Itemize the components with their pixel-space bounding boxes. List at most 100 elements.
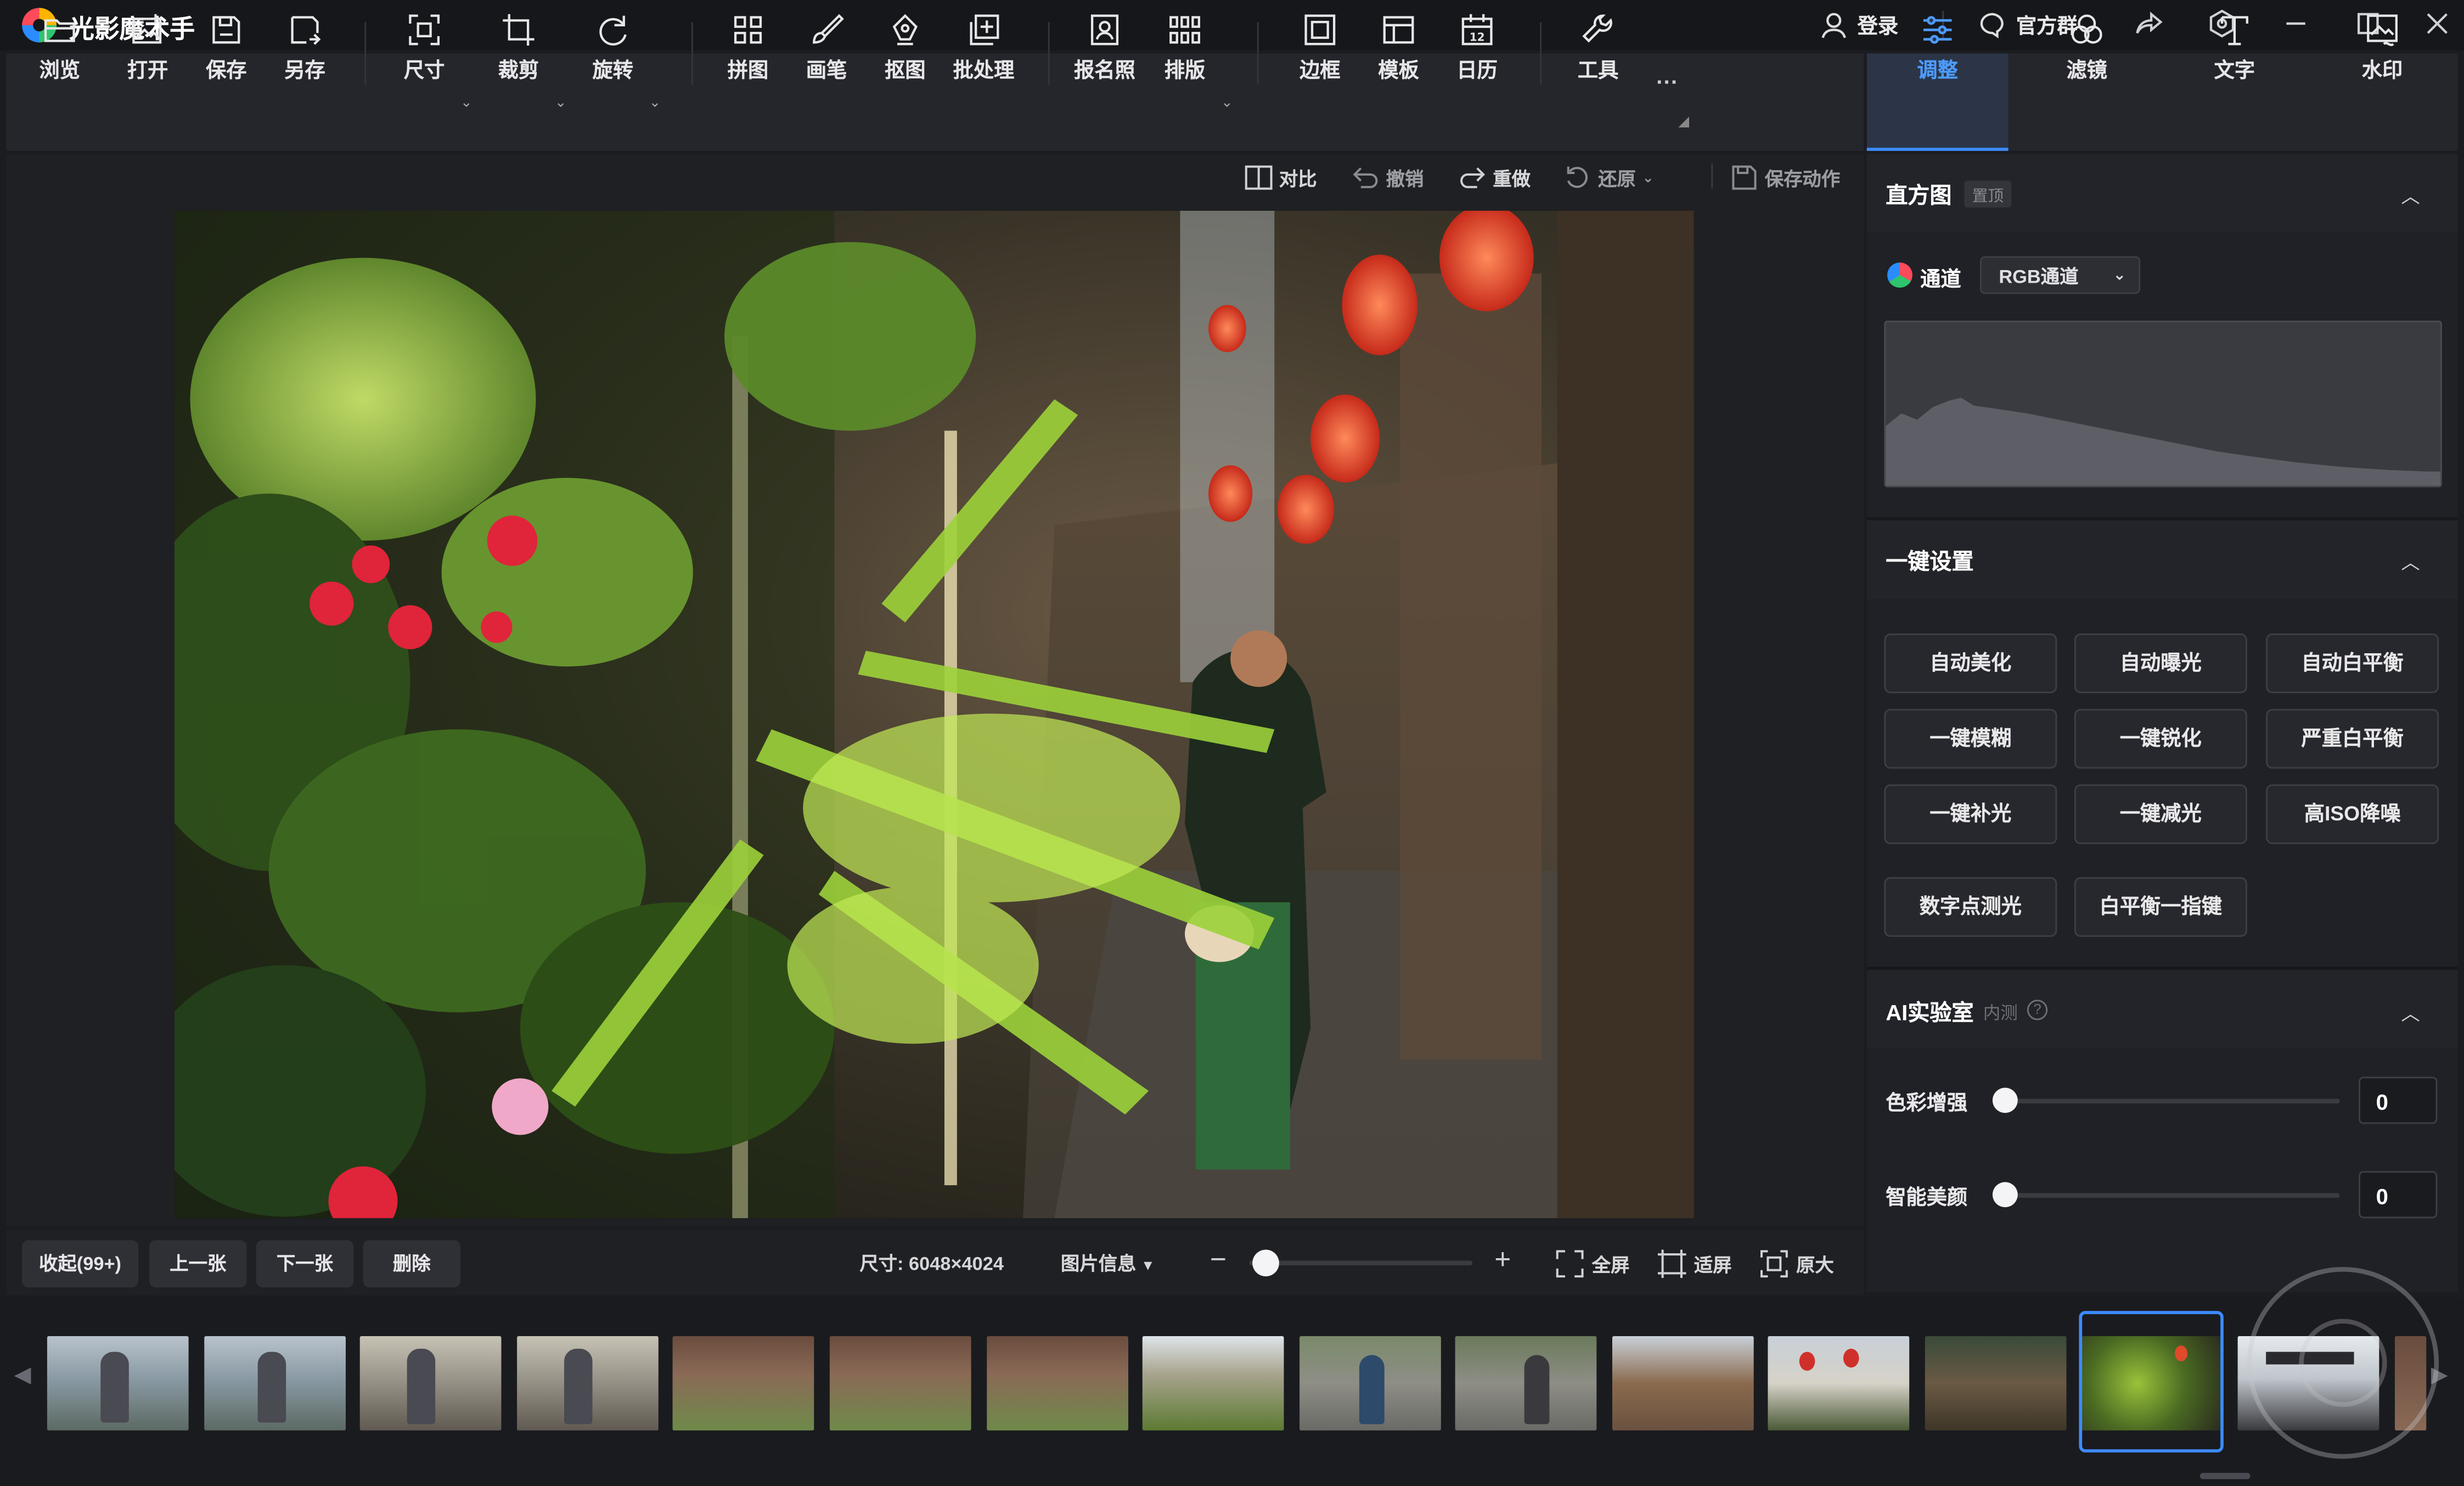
channel-select[interactable]: RGB通道 ⌄ [1980,256,2141,294]
zoom-in-button[interactable]: + [1494,1243,1511,1276]
smart-beauty-track[interactable] [2005,1193,2340,1198]
thumbnail[interactable] [987,1336,1128,1431]
chevron-down-icon: ⌄ [2113,267,2127,285]
expand-corner-icon[interactable]: ◢ [1678,113,1689,130]
white-balance-picker-button[interactable]: 白平衡一指键 [2074,877,2247,937]
pin-top-badge[interactable]: 置顶 [1964,181,2012,208]
beta-badge: 内测 [1983,1004,2018,1024]
auto-beautify-button[interactable]: 自动美化 [1884,633,2057,693]
original-size-button[interactable]: 原大 [1760,1249,1834,1278]
zoom-slider-track[interactable] [1249,1260,1473,1266]
fit-screen-button[interactable]: 适屏 [1657,1249,1732,1278]
thumbnail[interactable] [1455,1336,1597,1431]
save-button[interactable]: 保存 [185,13,267,83]
histogram-collapse-icon[interactable]: ︿ [2401,182,2420,209]
login-button[interactable]: 登录 [1820,9,1898,39]
fit-screen-label: 适屏 [1694,1253,1732,1276]
filmstrip-scrollbar[interactable] [2199,1473,2251,1479]
open-image-icon [132,14,162,44]
filter-icon [2071,14,2102,44]
size-dropdown-icon[interactable]: ⌄ [460,94,472,111]
thumbnail[interactable] [1612,1336,1754,1431]
color-enhance-track[interactable] [2005,1098,2340,1104]
more-tools-button[interactable]: ··· [1656,69,1678,94]
smart-beauty-knob[interactable] [1992,1182,2018,1208]
thumbnail[interactable] [204,1336,346,1431]
color-enhance-value[interactable]: 0 [2359,1076,2438,1124]
previous-button[interactable]: 上一张 [149,1240,247,1288]
share-icon[interactable] [2133,8,2167,42]
auto-exposure-button[interactable]: 自动曝光 [2074,633,2247,693]
pen-tool-icon [892,14,918,46]
thumbnail[interactable] [47,1336,189,1431]
severe-white-balance-button[interactable]: 严重白平衡 [2266,709,2439,769]
tab-adjust[interactable]: 调整 [1891,13,1985,83]
toolbar-divider [364,22,367,85]
rotate-button[interactable]: 旋转 [572,13,654,83]
save-as-button[interactable]: 另存 [264,13,346,83]
thumbnail[interactable] [517,1336,659,1431]
thumbnail[interactable] [1925,1336,2067,1431]
tools-button[interactable]: 工具 [1557,13,1639,83]
restore-dropdown-icon[interactable]: ⌄ [1642,169,1654,186]
minimize-icon[interactable] [2279,8,2313,42]
crop-button[interactable]: 裁剪 [478,13,560,83]
template-button[interactable]: 模板 [1358,13,1439,83]
zoom-slider-knob[interactable] [1252,1249,1279,1277]
border-button[interactable]: 边框 [1279,13,1361,83]
rotate-dropdown-icon[interactable]: ⌄ [649,94,661,111]
zoom-out-button[interactable]: − [1210,1243,1227,1276]
delete-button[interactable]: 删除 [363,1240,461,1288]
oneclick-collapse-icon[interactable]: ︿ [2401,548,2420,575]
tab-watermark[interactable]: 水印 [2335,13,2429,83]
auto-white-balance-button[interactable]: 自动白平衡 [2266,633,2439,693]
one-click-blur-button[interactable]: 一键模糊 [1884,709,2057,769]
template-label: 模板 [1378,58,1419,82]
divider [1711,163,1713,189]
reduce-light-button[interactable]: 一键减光 [2074,784,2247,844]
thumbnail[interactable] [672,1336,814,1431]
spot-metering-button[interactable]: 数字点测光 [1884,877,2057,937]
size-button[interactable]: 尺寸 [384,13,465,83]
smart-beauty-value[interactable]: 0 [2359,1171,2438,1219]
cutout-button[interactable]: 抠图 [864,13,946,83]
collapse-button[interactable]: 收起(99+) [22,1240,138,1288]
thumbnail[interactable] [829,1336,971,1431]
help-icon[interactable]: ? [2027,1000,2048,1020]
photo-info-button[interactable]: 图片信息 ▼ [1061,1249,1155,1276]
filmstrip-left-arrow-icon[interactable]: ◀ [14,1361,31,1388]
collage-button[interactable]: 拼图 [707,13,789,83]
compare-button[interactable]: 对比 [1245,164,1317,192]
histogram-section-header[interactable] [1866,154,2458,233]
undo-button[interactable]: 撤销 [1352,164,1424,192]
browse-button[interactable]: 浏览 [19,13,100,83]
id-photo-label: 报名照 [1074,58,1135,82]
layout-dropdown-icon[interactable]: ⌄ [1221,94,1233,111]
crop-dropdown-icon[interactable]: ⌄ [555,94,567,111]
thumbnail[interactable] [1299,1336,1441,1431]
restore-button[interactable]: 还原 ⌄ [1563,164,1654,192]
calendar-button[interactable]: 12 日历 [1436,13,1518,83]
fullscreen-label: 全屏 [1591,1253,1630,1276]
text-icon [2220,16,2248,46]
fill-light-button[interactable]: 一键补光 [1884,784,2057,844]
batch-icon [970,14,999,46]
id-photo-button[interactable]: 报名照 [1064,13,1146,83]
thumbnail[interactable] [1142,1336,1284,1431]
fullscreen-button[interactable]: 全屏 [1556,1249,1630,1278]
one-click-sharpen-button[interactable]: 一键锐化 [2074,709,2247,769]
redo-button[interactable]: 重做 [1458,164,1531,192]
color-enhance-knob[interactable] [1992,1087,2018,1113]
high-iso-denoise-button[interactable]: 高ISO降噪 [2266,784,2439,844]
tab-filter[interactable]: 滤镜 [2040,13,2134,83]
next-button[interactable]: 下一张 [256,1240,354,1288]
brush-button[interactable]: 画笔 [786,13,868,83]
save-action-button[interactable]: 保存动作 [1730,164,1840,192]
batch-button[interactable]: 批处理 [943,13,1025,83]
thumbnail[interactable] [1768,1336,1910,1431]
tab-text[interactable]: 文字 [2187,13,2282,83]
thumbnail[interactable] [359,1336,502,1431]
ai-lab-collapse-icon[interactable]: ︿ [2401,1000,2420,1027]
layout-button[interactable]: 排版 [1144,13,1226,83]
open-button[interactable]: 打开 [107,13,189,83]
